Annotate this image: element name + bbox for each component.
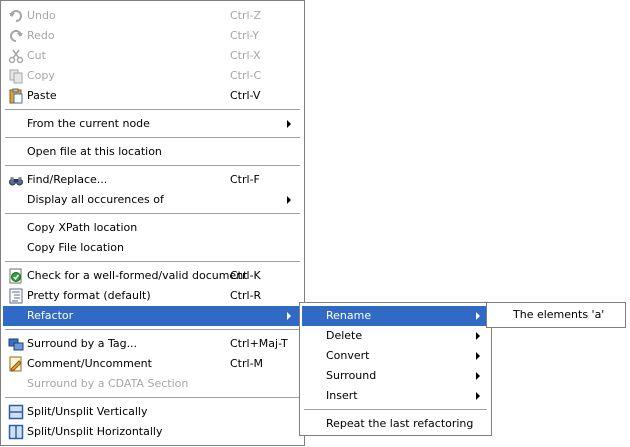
menu-item-label: Open file at this location <box>27 145 162 158</box>
submenu-arrow-icon <box>476 332 480 340</box>
menu-item-cut[interactable]: Cut Ctrl-X <box>3 46 302 66</box>
menu-item-label: Find/Replace... <box>27 173 108 186</box>
menu-item-label: Delete <box>326 329 363 342</box>
undo-icon <box>8 8 24 24</box>
check-document-icon <box>8 268 24 284</box>
context-menu: Undo Ctrl-Z Redo Ctrl-Y Cut Ctrl-X Copy … <box>0 0 305 446</box>
menu-item-label: Surround by a CDATA Section <box>27 377 189 390</box>
redo-icon <box>8 28 24 44</box>
submenu-item-rename[interactable]: Rename <box>302 306 489 326</box>
split-horizontal-icon <box>8 424 24 440</box>
menu-item-open-file[interactable]: Open file at this location <box>3 142 302 162</box>
menu-item-label: Display all occurences of <box>27 193 164 206</box>
menu-item-split-vertically[interactable]: Split/Unsplit Vertically <box>3 402 302 422</box>
menu-item-label: Repeat the last refactoring <box>326 417 474 430</box>
menu-item-label: Rename <box>326 309 372 322</box>
menu-item-label: Comment/Uncomment <box>27 357 152 370</box>
menu-item-label: Check for a well-formed/valid document <box>27 269 248 282</box>
menu-item-shortcut: Ctrl-C <box>230 69 262 82</box>
menu-item-label: Split/Unsplit Vertically <box>27 405 148 418</box>
refactor-submenu: Rename Delete Convert Surround Insert Re… <box>299 302 492 436</box>
submenu-arrow-icon <box>287 120 291 128</box>
menu-item-paste[interactable]: Paste Ctrl-V <box>3 86 302 106</box>
menu-item-label: Surround <box>326 369 377 382</box>
menu-separator <box>5 137 300 138</box>
menu-item-label: Convert <box>326 349 370 362</box>
submenu-arrow-icon <box>476 392 480 400</box>
menu-item-surround-cdata[interactable]: Surround by a CDATA Section <box>3 374 302 394</box>
menu-item-label: The elements 'a' <box>513 308 605 321</box>
menu-item-find-replace[interactable]: Find/Replace... Ctrl-F <box>3 170 302 190</box>
menu-item-shortcut: Ctrl-V <box>230 89 261 102</box>
menu-separator <box>304 409 487 410</box>
comment-icon <box>8 356 24 372</box>
menu-item-label: From the current node <box>27 117 150 130</box>
menu-item-check-wellformed[interactable]: Check for a well-formed/valid document C… <box>3 266 302 286</box>
submenu-arrow-icon <box>476 372 480 380</box>
menu-separator <box>5 397 300 398</box>
menu-item-label: Insert <box>326 389 358 402</box>
submenu-arrow-icon <box>476 352 480 360</box>
menu-item-label: Copy File location <box>27 241 124 254</box>
menu-item-label: Surround by a Tag... <box>27 337 138 350</box>
submenu-item-elements-a[interactable]: The elements 'a' <box>489 305 623 325</box>
surround-tag-icon <box>8 336 24 352</box>
menu-item-label: Paste <box>27 89 57 102</box>
submenu-item-repeat-last-refactoring[interactable]: Repeat the last refactoring <box>302 414 489 434</box>
menu-item-split-horizontally[interactable]: Split/Unsplit Horizontally <box>3 422 302 442</box>
menu-item-comment-uncomment[interactable]: Comment/Uncomment Ctrl-M <box>3 354 302 374</box>
menu-item-label: Refactor <box>27 309 74 322</box>
menu-item-refactor[interactable]: Refactor <box>3 306 302 326</box>
menu-separator <box>5 329 300 330</box>
menu-item-copy-file-location[interactable]: Copy File location <box>3 238 302 258</box>
submenu-item-surround[interactable]: Surround <box>302 366 489 386</box>
menu-separator <box>5 261 300 262</box>
menu-item-label: Cut <box>27 49 46 62</box>
menu-item-shortcut: Ctrl-Z <box>230 9 262 22</box>
menu-item-label: Copy <box>27 69 55 82</box>
menu-separator <box>5 213 300 214</box>
paste-clipboard-icon <box>8 88 24 104</box>
menu-item-undo[interactable]: Undo Ctrl-Z <box>3 6 302 26</box>
menu-item-label: Copy XPath location <box>27 221 138 234</box>
menu-item-shortcut: Ctrl-M <box>230 357 264 370</box>
menu-item-redo[interactable]: Redo Ctrl-Y <box>3 26 302 46</box>
menu-separator <box>5 165 300 166</box>
menu-item-shortcut: Ctrl+Maj-T <box>230 337 288 350</box>
menu-item-surround-tag[interactable]: Surround by a Tag... Ctrl+Maj-T <box>3 334 302 354</box>
menu-item-copy[interactable]: Copy Ctrl-C <box>3 66 302 86</box>
menu-item-shortcut: Ctrl-R <box>230 289 262 302</box>
menu-item-label: Pretty format (default) <box>27 289 151 302</box>
menu-item-label: Undo <box>27 9 56 22</box>
menu-item-pretty-format[interactable]: Pretty format (default) Ctrl-R <box>3 286 302 306</box>
menu-item-copy-xpath[interactable]: Copy XPath location <box>3 218 302 238</box>
menu-item-shortcut: Ctrl-X <box>230 49 261 62</box>
submenu-item-convert[interactable]: Convert <box>302 346 489 366</box>
split-vertical-icon <box>8 404 24 420</box>
copy-icon <box>8 68 24 84</box>
binoculars-icon <box>8 172 24 188</box>
menu-separator <box>5 109 300 110</box>
menu-item-label: Redo <box>27 29 55 42</box>
submenu-item-insert[interactable]: Insert <box>302 386 489 406</box>
menu-item-from-current-node[interactable]: From the current node <box>3 114 302 134</box>
scissors-icon <box>8 48 24 64</box>
submenu-item-delete[interactable]: Delete <box>302 326 489 346</box>
menu-item-shortcut: Ctrl-F <box>230 173 260 186</box>
submenu-arrow-icon <box>476 312 480 320</box>
menu-item-shortcut: Ctrl-K <box>230 269 261 282</box>
rename-submenu: The elements 'a' <box>486 302 626 328</box>
submenu-arrow-icon <box>287 312 291 320</box>
format-document-icon <box>8 288 24 304</box>
menu-item-label: Split/Unsplit Horizontally <box>27 425 163 438</box>
submenu-arrow-icon <box>287 196 291 204</box>
menu-item-shortcut: Ctrl-Y <box>230 29 259 42</box>
menu-item-display-occurences[interactable]: Display all occurences of <box>3 190 302 210</box>
